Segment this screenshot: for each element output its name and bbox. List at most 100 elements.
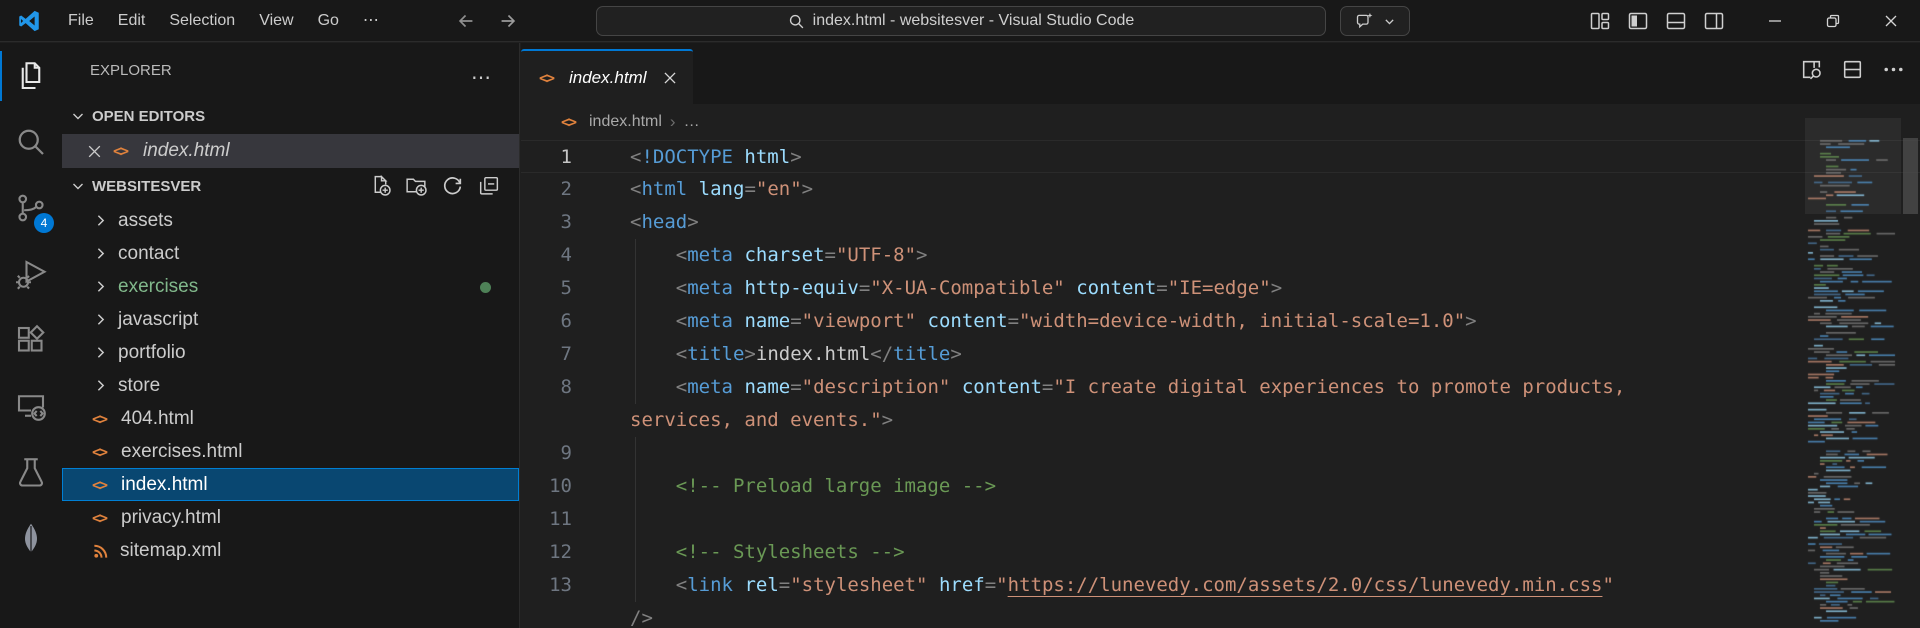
vscode-window: File Edit Selection View Go ⋯ index.html - we… xyxy=(0,0,1920,628)
explorer-sidebar: EXPLORER ⋯ OPEN EDITORS <> index.html WE… xyxy=(62,43,520,628)
code-row: 5 <meta http-equiv="X-UA-Compatible" con… xyxy=(521,272,1920,305)
line-number: 4 xyxy=(560,244,572,266)
file-tree: assets contact exercises javascript portfoli… xyxy=(62,204,519,567)
workspace-header[interactable]: WEBSITESVER xyxy=(62,168,519,204)
split-editor-icon[interactable] xyxy=(1840,57,1865,82)
breadcrumb: <> index.html › … xyxy=(521,104,700,140)
open-editor-index-html[interactable]: <> index.html xyxy=(62,134,519,168)
tree-item-exercises[interactable]: exercises xyxy=(62,270,519,303)
code-row: 2 <html lang="en"> xyxy=(521,173,1920,206)
tree-item-javascript[interactable]: javascript xyxy=(62,303,519,336)
mongodb-leaf-icon xyxy=(25,523,37,553)
code-row: 12 <!-- Stylesheets --> xyxy=(521,536,1920,569)
tree-item-exercises-html[interactable]: <> exercises.html xyxy=(62,435,519,468)
line-number: 12 xyxy=(549,541,572,563)
activity-extensions[interactable] xyxy=(0,307,62,373)
activity-explorer[interactable] xyxy=(0,43,62,109)
restore-button[interactable] xyxy=(1804,0,1862,42)
toggle-secondary-sidebar-button[interactable] xyxy=(1702,9,1726,33)
line-number: 8 xyxy=(560,376,572,398)
activity-testing[interactable] xyxy=(0,439,62,505)
line-number xyxy=(521,404,596,437)
line-number: 9 xyxy=(560,442,572,464)
code-row: 7 <title>index.html</title> xyxy=(521,338,1920,371)
tree-item-portfolio[interactable]: portfolio xyxy=(62,336,519,369)
refresh-button[interactable] xyxy=(440,173,465,198)
tab-index-html[interactable]: <> index.html xyxy=(521,49,693,104)
minimize-button[interactable] xyxy=(1746,0,1804,42)
chevron-right-icon xyxy=(97,347,105,358)
testing-flask-icon xyxy=(19,458,43,487)
tree-item-index-html[interactable]: <> index.html xyxy=(62,468,519,501)
window-title: index.html - websitesver - Visual Studio… xyxy=(812,12,1135,29)
activity-run-debug[interactable] xyxy=(0,241,62,307)
activity-search[interactable] xyxy=(0,109,62,175)
chevron-down-icon xyxy=(73,183,83,190)
code-row: 10 <!-- Preload large image --> xyxy=(521,470,1920,503)
line-number: 2 xyxy=(560,178,572,200)
activity-remote-explorer[interactable] xyxy=(0,373,62,439)
line-number: 6 xyxy=(560,310,572,332)
new-file-button[interactable] xyxy=(368,173,393,198)
toggle-panel-button[interactable] xyxy=(1664,9,1688,33)
more-actions-icon[interactable] xyxy=(1881,57,1906,82)
back-arrow-button[interactable] xyxy=(455,10,477,32)
collapse-all-button[interactable] xyxy=(476,173,501,198)
forward-arrow-button[interactable] xyxy=(497,10,519,32)
open-editors-header[interactable]: OPEN EDITORS xyxy=(62,98,519,134)
explorer-more-actions[interactable]: ⋯ xyxy=(471,65,493,90)
html-file-icon: <> xyxy=(113,142,129,160)
line-number xyxy=(521,602,596,628)
close-icon[interactable] xyxy=(86,143,103,160)
customize-layout-button[interactable] xyxy=(1588,9,1612,33)
breadcrumb-more[interactable]: … xyxy=(684,113,700,131)
breadcrumb-chevron: › xyxy=(669,112,676,131)
code-row: services, and events."> xyxy=(521,404,1920,437)
menu-bar: File Edit Selection View Go ⋯ xyxy=(56,6,391,36)
minimap[interactable] xyxy=(1805,118,1901,628)
menu-selection[interactable]: Selection xyxy=(157,6,247,36)
menu-file[interactable]: File xyxy=(56,6,106,36)
tab-bar: <> index.html xyxy=(521,43,1920,104)
code-row: 4 <meta charset="UTF-8"> xyxy=(521,239,1920,272)
editor-scrollbar[interactable] xyxy=(1903,138,1918,214)
copilot-button[interactable] xyxy=(1340,6,1410,36)
tree-item-assets[interactable]: assets xyxy=(62,204,519,237)
tree-item-404-html[interactable]: <> 404.html xyxy=(62,402,519,435)
code-row: /> xyxy=(521,602,1920,628)
breadcrumb-file[interactable]: index.html xyxy=(589,113,662,131)
chevron-right-icon xyxy=(97,215,105,226)
code-editor[interactable]: 1 <!DOCTYPE html> 2 <html lang="en"> 3 <head>… xyxy=(521,140,1920,628)
title-bar: File Edit Selection View Go ⋯ index.html - we… xyxy=(0,0,1920,42)
line-number: 10 xyxy=(549,475,572,497)
menu-go[interactable]: Go xyxy=(306,6,351,36)
menu-[interactable]: ⋯ xyxy=(351,6,391,36)
command-center-search[interactable]: index.html - websitesver - Visual Studio… xyxy=(596,6,1326,36)
activity-mongodb[interactable] xyxy=(0,505,62,571)
close-window-button[interactable] xyxy=(1862,0,1920,42)
activity-source-control[interactable]: 4 xyxy=(0,175,62,241)
menu-edit[interactable]: Edit xyxy=(106,6,158,36)
new-folder-button[interactable] xyxy=(404,173,429,198)
code-row: 6 <meta name="viewport" content="width=d… xyxy=(521,305,1920,338)
menu-view[interactable]: View xyxy=(247,6,305,36)
chevron-down-icon xyxy=(1385,18,1394,24)
tree-item-privacy-html[interactable]: <> privacy.html xyxy=(62,501,519,534)
search-editor-icon[interactable] xyxy=(1799,57,1824,82)
git-modified-dot xyxy=(480,282,491,293)
search-icon xyxy=(18,129,44,155)
toggle-primary-sidebar-button[interactable] xyxy=(1626,9,1650,33)
run-debug-icon xyxy=(16,260,47,290)
tree-item-sitemap-xml[interactable]: sitemap.xml xyxy=(62,534,519,567)
code-row: 11 xyxy=(521,503,1920,536)
tree-item-contact[interactable]: contact xyxy=(62,237,519,270)
tree-item-store[interactable]: store xyxy=(62,369,519,402)
line-number: 5 xyxy=(560,277,572,299)
line-number: 3 xyxy=(560,211,572,233)
html-file-icon: <> xyxy=(539,68,555,87)
html-file-icon: <> xyxy=(92,442,108,461)
close-tab-icon[interactable] xyxy=(661,69,679,87)
html-file-icon: <> xyxy=(561,113,577,131)
chevron-right-icon xyxy=(97,380,105,391)
extensions-icon xyxy=(17,324,45,352)
